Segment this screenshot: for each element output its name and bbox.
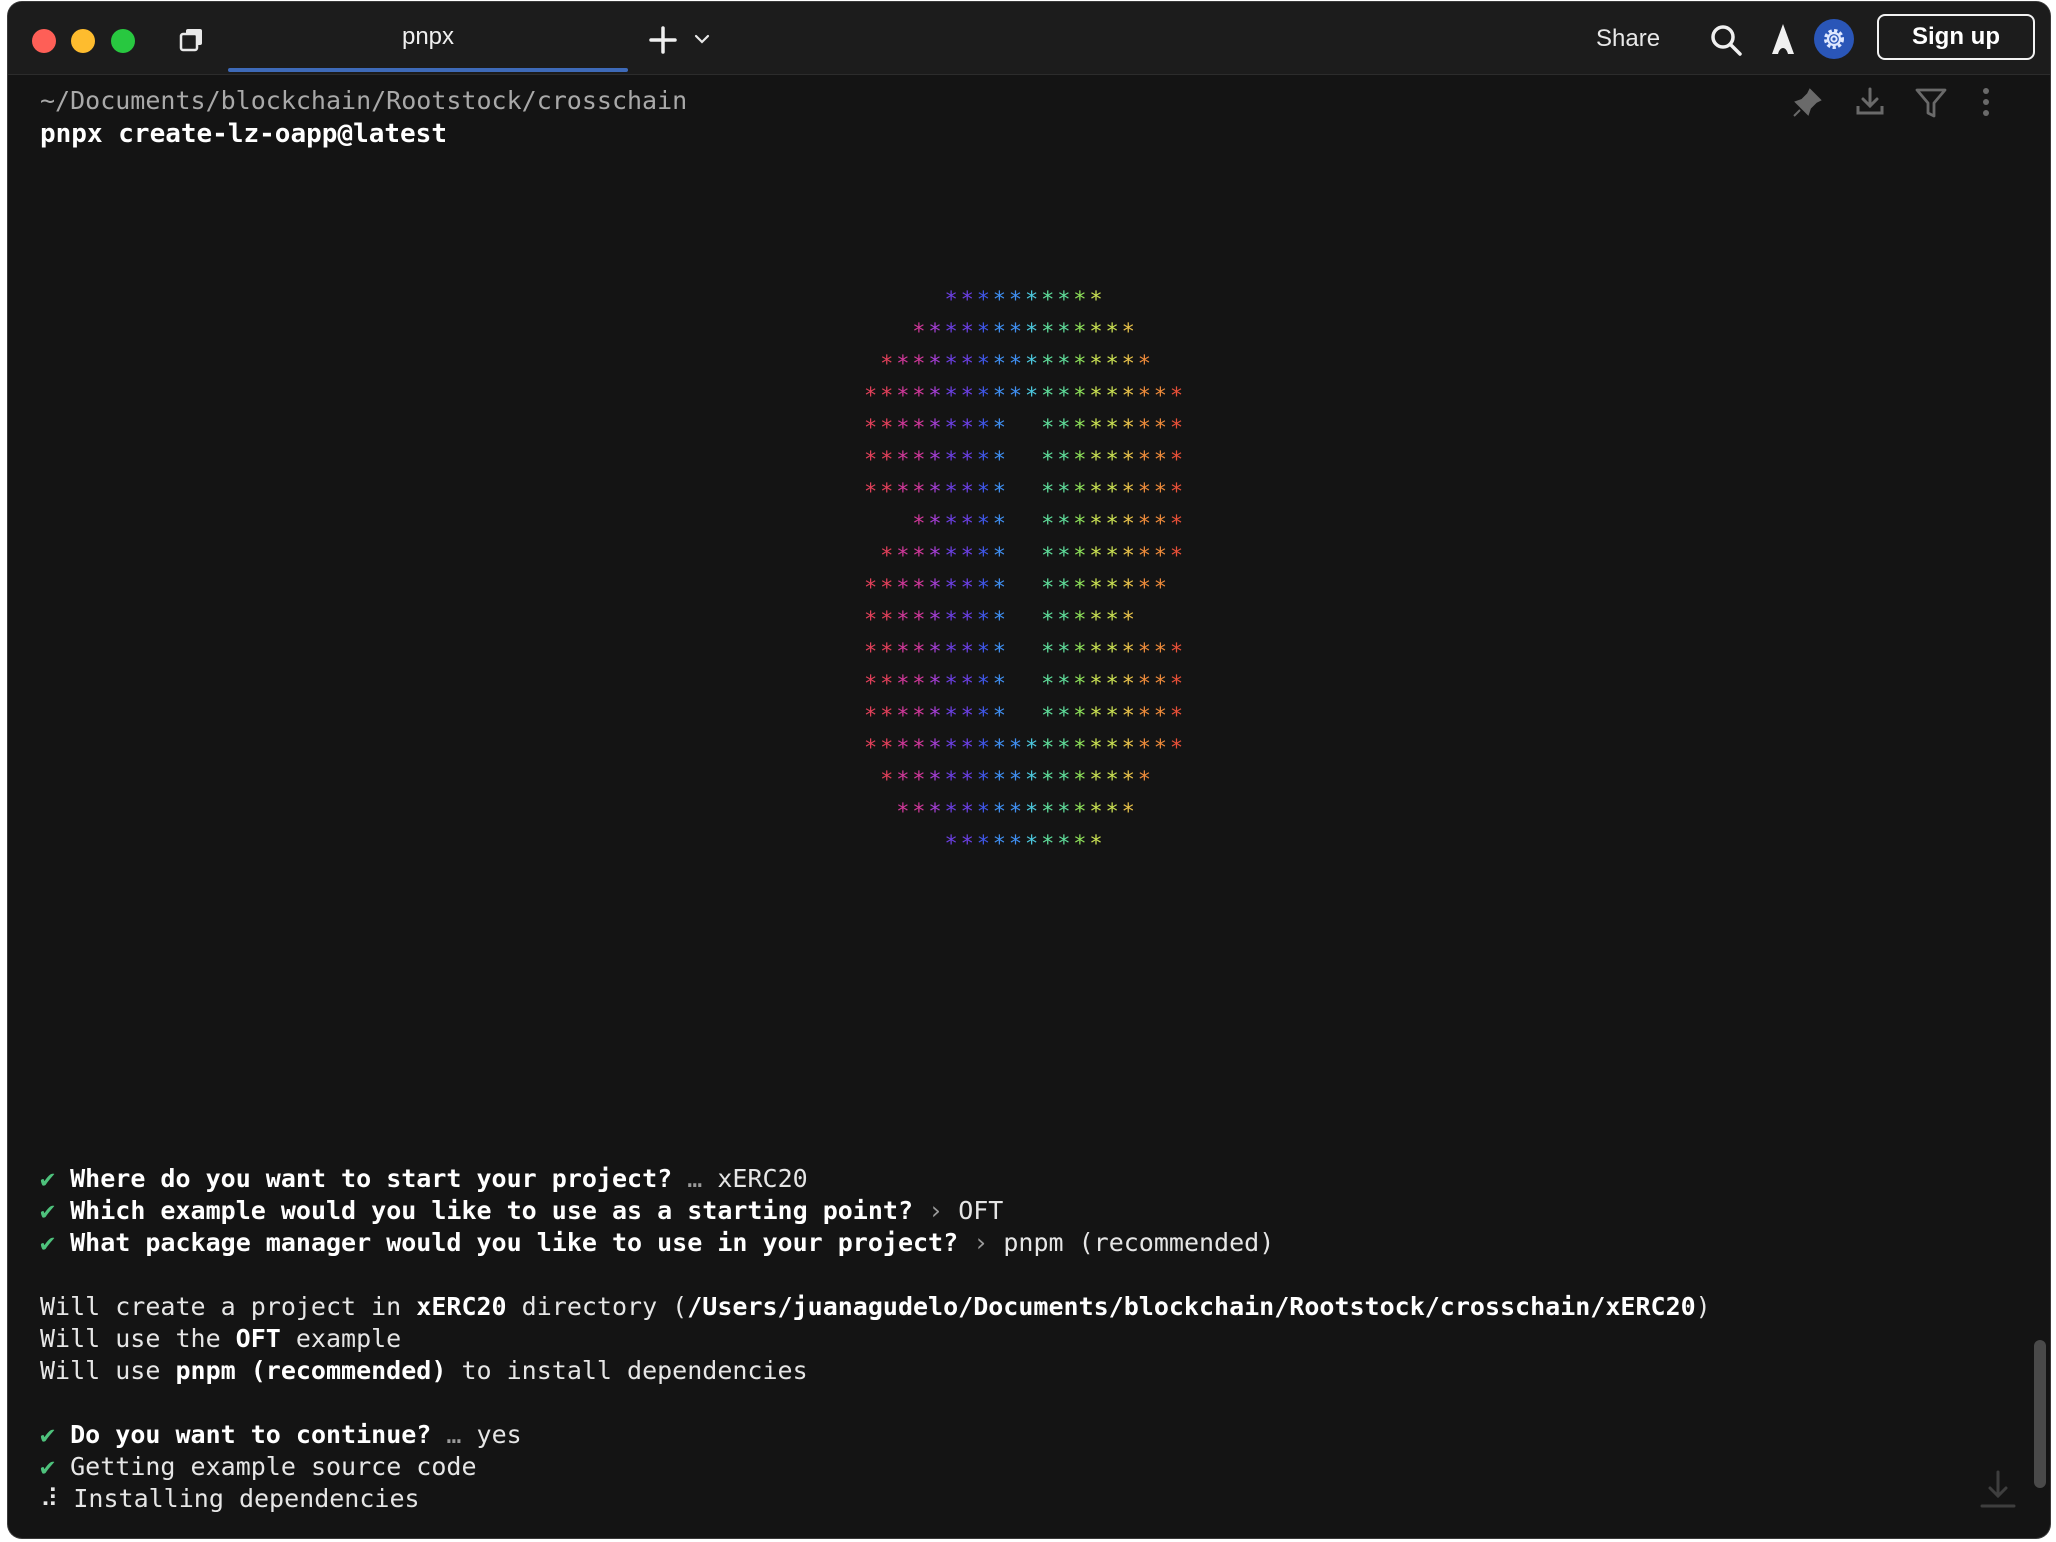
download-icon[interactable] [1854,86,1886,118]
close-window-button[interactable] [32,29,56,53]
settings-button[interactable] [1814,19,1854,59]
prompt-answer-line: ✔ Which example would you like to use as… [40,1195,1003,1227]
prompt-answer: yes [476,1420,522,1449]
prompt-separator: › [973,1228,989,1257]
tab-pnpx[interactable]: pnpx [228,2,628,72]
example-name: OFT [235,1324,281,1353]
info-line: Will use the OFT example [40,1323,401,1355]
status-line: ✔ Getting example source code [40,1451,477,1483]
info-text: directory ( [506,1292,688,1321]
prompt-separator: … [687,1164,703,1193]
logo-row: * * * * * * * * * * * * * * * * * * [864,672,1183,697]
prompt-question: Which example would you like to use as a… [70,1196,913,1225]
logo-row: * * * * * * * * * * * * * * * * * * [864,416,1183,441]
logo-row: * * * * * * * * * * * * * * * * * [880,352,1151,377]
prompt-question: Do you want to continue? [70,1420,432,1449]
logo-row: * * * * * * * * * * * * * * * * * * [864,480,1183,505]
more-vertical-icon[interactable] [1980,86,1992,120]
logo-row: * * * * * * * * * * * * * * * * * [880,768,1151,793]
terminal-window: pnpx Share Sign up ~/Documents/blockchai… [8,2,2050,1538]
status-text: Getting example source code [70,1452,477,1481]
pin-icon[interactable] [1790,86,1824,120]
scrollbar-thumb[interactable] [2034,1340,2046,1488]
logo-row: * * * * * * * * * * [945,832,1103,857]
status-line: ⠼ Installing dependencies [40,1483,420,1515]
tabs-icon[interactable] [178,27,206,53]
prompt-answer-line: ✔ Do you want to continue? … yes [40,1419,522,1451]
active-tab-indicator [228,68,628,72]
package-manager-name: pnpm (recommended) [175,1356,447,1385]
sign-up-button[interactable]: Sign up [1877,14,2035,60]
prompt-separator: … [446,1420,462,1449]
filter-icon[interactable] [1914,86,1948,120]
gear-icon [1824,29,1844,49]
check-icon: ✔ [40,1452,56,1481]
directory-name: xERC20 [416,1292,507,1321]
directory-path: /Users/juanagudelo/Documents/blockchain/… [687,1292,1696,1321]
logo-row: * * * * * * * * * * [945,288,1103,313]
logo-row: * * * * * * * * * * * * * * * [912,512,1183,537]
prompt-answer: pnpm (recommended) [1003,1228,1275,1257]
scroll-to-bottom-icon[interactable] [1978,1468,2018,1512]
tab-label: pnpx [401,23,455,50]
check-icon: ✔ [40,1420,56,1449]
command-line: pnpx create-lz-oapp@latest [40,119,447,149]
logo-row: * * * * * * * * * * * * * * * * * * [864,704,1183,729]
logo-row: * * * * * * * * * * * * * * [912,320,1135,345]
logo-row: * * * * * * * * * * * * * * * [864,608,1135,633]
info-line: Will create a project in xERC20 director… [40,1291,1711,1323]
logo-row: * * * * * * * * * * * * * * * * * * [864,640,1183,665]
check-icon: ✔ [40,1164,56,1193]
plus-icon[interactable] [643,20,683,60]
check-icon: ✔ [40,1228,56,1257]
title-bar: pnpx Share Sign up [8,2,2050,75]
logo-row: * * * * * * * * * * * * * * * [896,800,1135,825]
logo-row: * * * * * * * * * * * * * * * * * * [864,448,1183,473]
ai-agent-icon[interactable] [1768,22,1798,56]
check-icon: ✔ [40,1196,56,1225]
maximize-window-button[interactable] [111,29,135,53]
info-text: Will use [40,1356,176,1385]
spinner-icon: ⠼ [40,1484,59,1513]
info-text: example [280,1324,402,1353]
search-icon[interactable] [1708,22,1744,58]
info-text: to install dependencies [446,1356,808,1385]
minimize-window-button[interactable] [71,29,95,53]
sign-up-label: Sign up [1912,23,2000,50]
logo-row: * * * * * * * * * * * * * * * * * [880,544,1183,569]
chevron-down-icon[interactable] [693,30,711,48]
prompt-answer-line: ✔ Where do you want to start your projec… [40,1163,808,1195]
prompt-answer: OFT [958,1196,1004,1225]
prompt-question: What package manager would you like to u… [70,1228,959,1257]
status-text: Installing dependencies [73,1484,420,1513]
working-directory: ~/Documents/blockchain/Rootstock/crossch… [40,86,688,115]
logo-row: * * * * * * * * * * * * * * * * * * * * [864,736,1183,761]
prompt-answer-line: ✔ What package manager would you like to… [40,1227,1274,1259]
prompt-separator: › [928,1196,944,1225]
info-text: Will use the [40,1324,236,1353]
logo-row: * * * * * * * * * * * * * * * * * * * * [864,384,1183,409]
logo-row: * * * * * * * * * * * * * * * * * [864,576,1167,601]
prompt-question: Where do you want to start your project? [70,1164,673,1193]
share-button[interactable]: Share [1596,25,1660,53]
info-text: Will create a project in [40,1292,417,1321]
info-text: ) [1695,1292,1711,1321]
prompt-answer: xERC20 [717,1164,808,1193]
info-line: Will use pnpm (recommended) to install d… [40,1355,808,1387]
